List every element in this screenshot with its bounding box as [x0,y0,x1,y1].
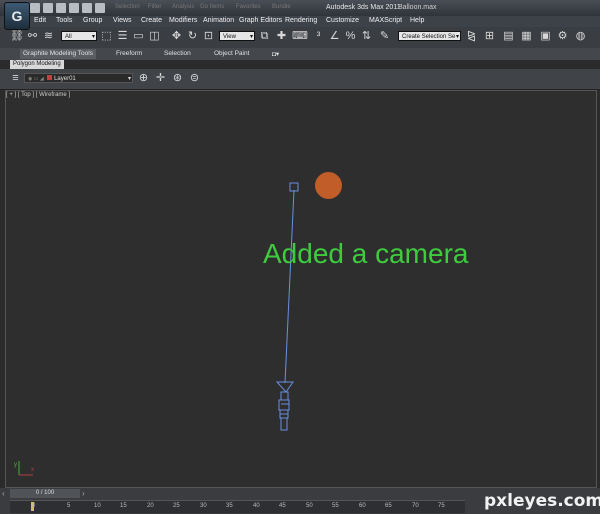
svg-text:x: x [31,467,34,473]
tick-label: 50 [306,503,313,509]
tick-label: 35 [226,503,233,509]
camera-icon[interactable] [275,381,294,431]
camera-target-box[interactable] [289,182,299,192]
watermark-text: pxleyes.com [484,491,600,511]
tick-label: 45 [279,503,286,509]
timeline-ruler[interactable]: 0 5 10 15 20 25 30 35 40 45 50 55 60 65 … [10,500,465,513]
tick-label: 10 [94,503,101,509]
tick-label: 55 [332,503,339,509]
tick-label: 5 [67,503,71,509]
axis-gizmo-icon: y x [14,461,34,476]
app-logo-button[interactable]: G [4,2,30,30]
tick-label: 65 [385,503,392,509]
tick-label: 20 [147,503,154,509]
svg-text:y: y [14,462,17,468]
tick-label: 30 [200,503,207,509]
tick-label: 15 [120,503,127,509]
omni-light-sphere[interactable] [315,172,342,199]
tick-label: 25 [173,503,180,509]
slider-right-arrow-icon[interactable]: › [82,489,85,498]
slider-left-arrow-icon[interactable]: ‹ [2,489,5,498]
added-camera-annotation: Added a camera [263,238,469,269]
tick-label: 70 [412,503,419,509]
tick-label: 40 [253,503,260,509]
tick-label: 0 [32,503,36,509]
tick-label: 60 [359,503,366,509]
tick-label: 75 [438,503,445,509]
time-slider[interactable]: 0 / 100 [10,489,80,498]
camera-target-line [284,189,295,384]
